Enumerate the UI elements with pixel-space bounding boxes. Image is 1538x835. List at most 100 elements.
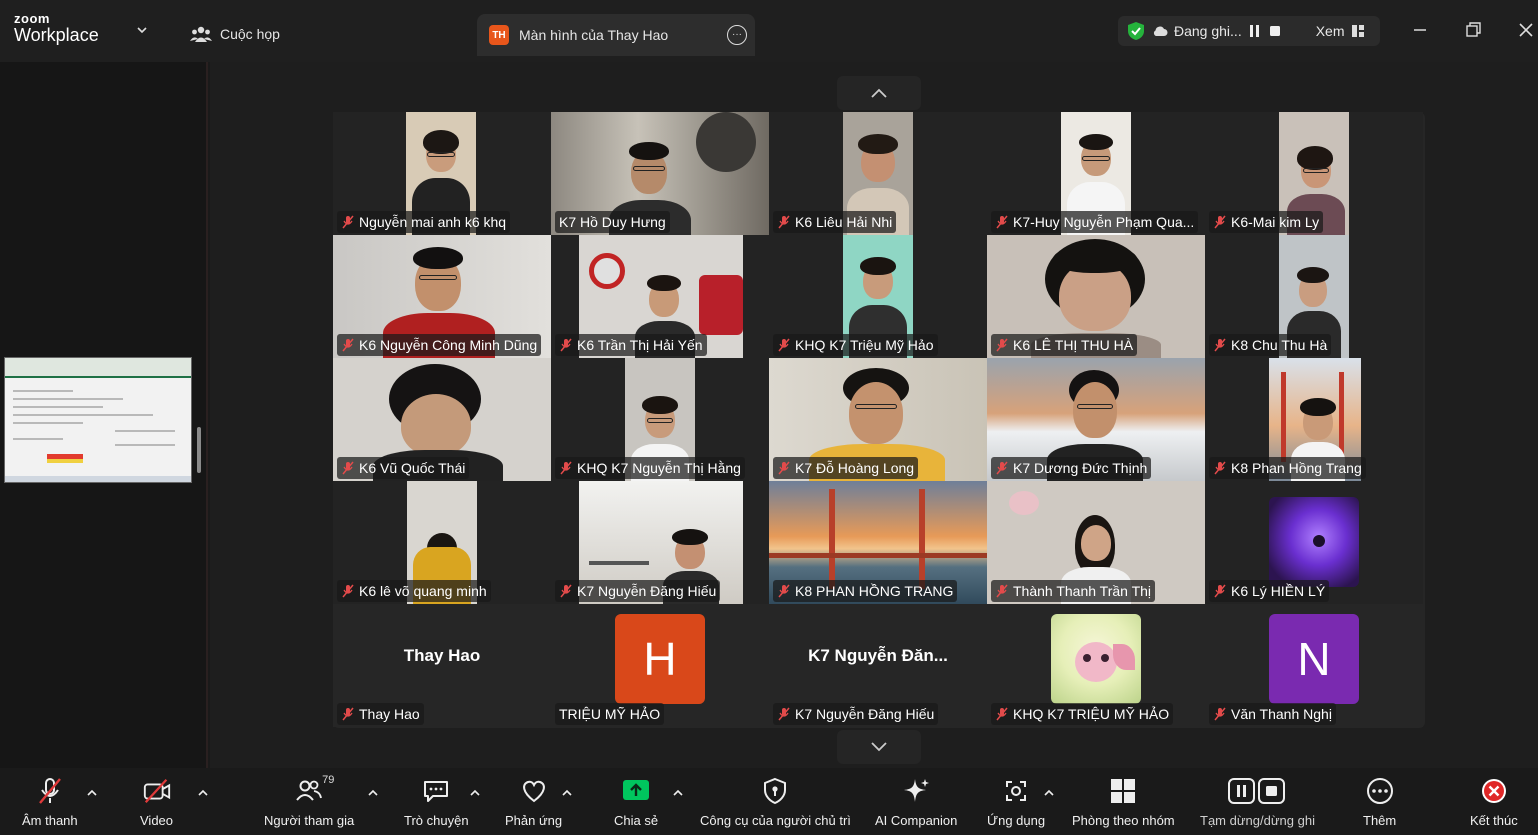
reactions-options-caret-icon[interactable] [561, 788, 573, 798]
participant-name-label: K8 Phan Hồng Trang [1209, 457, 1366, 479]
host-tools-button[interactable]: Công cụ của người chủ trì [700, 776, 851, 832]
participant-tile[interactable]: K6 Lý HIỀN LÝ [1205, 481, 1423, 604]
mic-muted-icon [778, 338, 790, 352]
participant-tile[interactable]: K6 LÊ THỊ THU HÀ [987, 235, 1205, 358]
participant-display-name: Thay Hao [403, 646, 481, 665]
participant-name-label: K6 lê võ quang minh [337, 580, 491, 602]
end-meeting-button[interactable]: Kết thúc [1470, 776, 1518, 832]
participant-tile[interactable]: K7 Dương Đức Thịnh [987, 358, 1205, 481]
participant-tile[interactable]: K8 Phan Hồng Trang [1205, 358, 1423, 481]
pause-stop-recording-button[interactable]: Tạm dừng/dừng ghi [1200, 776, 1315, 832]
participant-tile[interactable]: KHQ K7 Triệu Mỹ Hảo [769, 235, 987, 358]
avatar: H [615, 614, 705, 704]
chat-icon [424, 781, 449, 802]
pause-stop-recording-icon [1228, 778, 1286, 804]
participant-tile[interactable]: K6 Vũ Quốc Thái [333, 358, 551, 481]
participant-name-label: K6-Mai kim Ly [1209, 211, 1324, 233]
more-button[interactable]: Thêm [1363, 776, 1396, 832]
recording-status-text: Đang ghi... [1174, 23, 1242, 39]
gallery-page-up-button[interactable] [837, 76, 921, 110]
participant-tile[interactable]: K6 Nguyễn Công Minh Dũng [333, 235, 551, 358]
participant-tile[interactable]: K6 lê võ quang minh [333, 481, 551, 604]
participant-tile[interactable]: KHQ K7 TRIỆU MỸ HẢO [987, 604, 1205, 727]
mic-muted-icon [342, 584, 354, 598]
participant-name-label: K7 Nguyễn Đăng Hiếu [555, 580, 721, 602]
apps-options-caret-icon[interactable] [1043, 788, 1055, 798]
gallery-page-down-button[interactable] [837, 730, 921, 764]
participant-name-label: K7 Hồ Duy Hưng [555, 211, 670, 233]
participant-grid: Nguyễn mai anh k6 khq K7 Hồ Duy Hưng K6 … [333, 112, 1425, 728]
participant-name-label: K6 LÊ THỊ THU HÀ [991, 334, 1138, 356]
breakout-rooms-button[interactable]: Phòng theo nhóm [1072, 776, 1175, 832]
meetings-label: Cuộc họp [220, 26, 280, 42]
video-button[interactable]: Video [140, 776, 173, 832]
mic-muted-icon [560, 461, 572, 475]
participant-tile[interactable]: Thay Hao Thay Hao [333, 604, 551, 727]
participant-tile[interactable]: KHQ K7 Nguyễn Thị Hằng [551, 358, 769, 481]
participant-name-label: K6 Trần Thị Hải Yến [555, 334, 707, 356]
chat-options-caret-icon[interactable] [469, 788, 481, 798]
mic-muted-icon [996, 584, 1008, 598]
restore-icon[interactable] [1463, 20, 1483, 40]
stop-icon[interactable] [1268, 24, 1282, 38]
share-tab-title: Màn hình của Thay Hao [519, 27, 669, 43]
mic-muted-icon [778, 707, 790, 721]
mic-muted-icon [38, 778, 61, 804]
participant-tile[interactable]: Nguyễn mai anh k6 khq [333, 112, 551, 235]
audio-options-caret-icon[interactable] [86, 788, 98, 798]
view-label[interactable]: Xem [1316, 23, 1345, 39]
mic-muted-icon [560, 584, 572, 598]
apps-button[interactable]: Ứng dụng [987, 776, 1045, 832]
mic-muted-icon [996, 338, 1008, 352]
share-screen-button[interactable]: Chia sẻ [614, 776, 658, 832]
close-icon[interactable] [1516, 20, 1536, 40]
meetings-button[interactable]: Cuộc họp [190, 22, 280, 46]
mic-muted-icon [342, 215, 354, 229]
participant-name-label: K6 Nguyễn Công Minh Dũng [337, 334, 542, 356]
audio-button[interactable]: Âm thanh [22, 776, 78, 832]
share-options-caret-icon[interactable] [672, 788, 684, 798]
participant-tile[interactable]: K8 Chu Thu Hà [1205, 235, 1423, 358]
cloud-recording-icon [1153, 26, 1168, 36]
ai-companion-button[interactable]: AI Companion [875, 776, 957, 832]
participant-name-label: TRIỆU MỸ HẢO [555, 703, 665, 725]
participant-tile[interactable]: K6 Liêu Hải Nhi [769, 112, 987, 235]
participant-name-label: K6 Lý HIỀN LÝ [1209, 580, 1330, 602]
participant-tile[interactable]: K7 Hồ Duy Hưng [551, 112, 769, 235]
screen-share-tab[interactable]: TH Màn hình của Thay Hao ··· [477, 14, 755, 56]
participant-name-label: KHQ K7 Nguyễn Thị Hằng [555, 457, 745, 479]
reactions-button[interactable]: Phản ứng [505, 776, 562, 832]
participants-button[interactable]: 79 Người tham gia [264, 774, 354, 832]
brand-workplace-text: Workplace [14, 25, 99, 45]
minimize-icon[interactable] [1410, 20, 1430, 40]
shared-screen-panel [0, 62, 208, 768]
participant-tile[interactable]: K8 PHAN HỒNG TRANG [769, 481, 987, 604]
participant-tile[interactable]: K7 Nguyễn Đăn... K7 Nguyễn Đăng Hiếu [769, 604, 987, 727]
participant-tile[interactable]: K6-Mai kim Ly [1205, 112, 1423, 235]
meeting-toolbar: Âm thanh Video 79 Người tham gia Trò chu… [0, 768, 1538, 835]
more-icon [1366, 778, 1393, 804]
top-bar: zoom Workplace Cuộc họp TH Màn hình của … [0, 0, 1538, 62]
shield-check-icon[interactable] [1126, 21, 1146, 41]
more-options-icon[interactable]: ··· [727, 25, 747, 45]
participant-tile[interactable]: K7 Đỗ Hoàng Long [769, 358, 987, 481]
panel-resize-handle[interactable] [197, 427, 201, 473]
chat-button[interactable]: Trò chuyện [404, 776, 469, 832]
participant-name-label: K8 Chu Thu Hà [1209, 334, 1332, 356]
mic-muted-icon [1214, 584, 1226, 598]
participant-tile[interactable]: H TRIỆU MỸ HẢO [551, 604, 769, 727]
participant-name-label: K8 PHAN HỒNG TRANG [773, 580, 958, 602]
chevron-down-icon[interactable] [136, 24, 148, 36]
participants-options-caret-icon[interactable] [367, 788, 379, 798]
participant-tile[interactable]: N Văn Thanh Nghị [1205, 604, 1423, 727]
shared-screen-thumbnail[interactable] [4, 357, 192, 483]
participant-tile[interactable]: K7 Nguyễn Đăng Hiếu [551, 481, 769, 604]
participant-tile[interactable]: K6 Trần Thị Hải Yến [551, 235, 769, 358]
participant-tile[interactable]: Thành Thanh Trần Thị [987, 481, 1205, 604]
video-options-caret-icon[interactable] [197, 788, 209, 798]
avatar: N [1269, 614, 1359, 704]
view-grid-icon[interactable] [1351, 24, 1365, 38]
mic-muted-icon [996, 461, 1008, 475]
participant-tile[interactable]: K7-Huy Nguyễn Phạm Qua... [987, 112, 1205, 235]
pause-icon[interactable] [1248, 24, 1262, 38]
